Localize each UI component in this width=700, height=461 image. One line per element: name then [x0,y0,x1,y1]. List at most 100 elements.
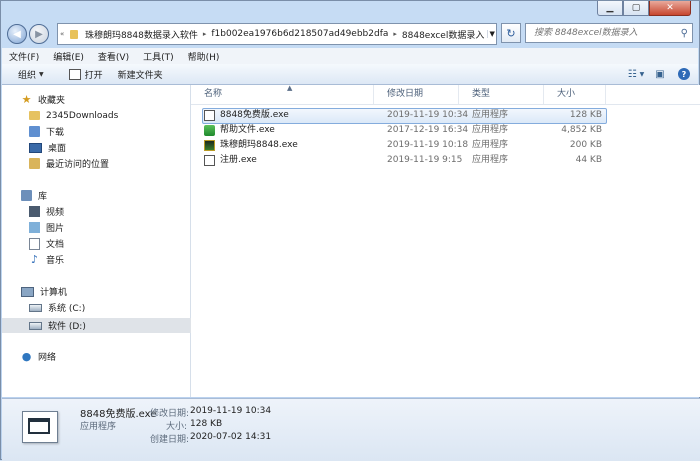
breadcrumb-separator-icon[interactable]: ▸ [391,30,399,38]
file-row[interactable]: 注册.exe 2019-11-19 9:15 应用程序 44 KB [191,153,700,168]
back-button[interactable]: ◀ [7,24,27,44]
breadcrumb-item[interactable]: 珠穆朗玛8848数据录入软件 [82,28,201,41]
network-icon: ● [21,350,32,363]
details-pane: 8848免费版.exe 应用程序 修改日期: 2019-11-19 10:34 … [2,398,700,461]
file-name: 8848免费版.exe [220,110,289,120]
chevron-down-icon: ▼ [39,70,44,78]
nav-computer[interactable]: 计算机 [2,284,209,299]
command-bar: 组织 ▼ 打开 新建文件夹 ☷ ▼ ▣ ? [2,64,698,85]
drive-icon [29,321,42,330]
menu-bar: 文件(F) 编辑(E) 查看(V) 工具(T) 帮助(H) [2,48,698,65]
details-filetype: 应用程序 [80,422,117,432]
forward-button[interactable]: ▶ [29,24,49,44]
menu-view[interactable]: 查看(V) [91,50,136,63]
window-caption-buttons: ▁ ▢ ✕ [597,1,691,16]
nav-label: 文档 [46,240,65,250]
new-folder-button[interactable]: 新建文件夹 [112,68,172,81]
file-size: 4,852 KB [561,125,602,135]
nav-item-drive-c[interactable]: 系统 (C:) [2,300,217,315]
open-button[interactable]: 打开 [53,68,112,81]
nav-label: 库 [38,192,48,202]
file-type: 应用程序 [472,110,509,120]
file-row[interactable]: 珠穆朗玛8848.exe 2019-11-19 10:18 应用程序 200 K… [191,138,700,153]
forward-arrow-icon: ▶ [35,28,43,40]
downloads-icon [29,126,40,137]
file-list: ▲ 名称 修改日期 类型 大小 8848免费版.exe 2019-11-19 1… [191,84,700,397]
nav-item-documents[interactable]: 文档 [2,236,217,251]
file-row[interactable]: 帮助文件.exe 2017-12-19 16:34 应用程序 4,852 KB [191,123,700,138]
file-size: 128 KB [569,110,602,120]
new-folder-label: 新建文件夹 [117,70,163,81]
chevron-down-icon: ▼ [639,70,645,78]
details-created-value: 2020-07-02 14:31 [190,432,272,442]
preview-pane-button[interactable]: ▣ [652,67,668,81]
view-options-button[interactable]: ☷ ▼ [628,67,645,81]
search-icon: ⚲ [680,27,688,39]
details-size-label: 大小: [166,422,188,432]
column-header-name[interactable]: 名称 [191,85,374,104]
nav-label: 计算机 [40,288,68,298]
file-modified: 2019-11-19 9:15 [387,155,463,165]
maximize-button[interactable]: ▢ [623,1,649,16]
back-arrow-icon: ◀ [13,28,21,40]
nav-item-music[interactable]: ♪ 音乐 [2,252,217,267]
nav-item-recent-places[interactable]: 最近访问的位置 [2,156,217,171]
menu-tools[interactable]: 工具(T) [136,50,181,63]
nav-item-downloads[interactable]: 下载 [2,124,217,139]
file-row[interactable]: 8848免费版.exe 2019-11-19 10:34 应用程序 128 KB [191,108,700,124]
help-button[interactable]: ? [676,67,692,81]
search-input[interactable] [526,27,676,39]
nav-item-videos[interactable]: 视频 [2,204,217,219]
nav-label: 系统 (C:) [48,304,86,314]
search-box[interactable]: ⚲ [525,23,693,43]
file-type: 应用程序 [472,155,509,165]
file-name: 注册.exe [220,155,257,165]
nav-item-pictures[interactable]: 图片 [2,220,217,235]
nav-favorites[interactable]: ★ 收藏夹 [2,92,209,107]
nav-label: 2345Downloads [46,110,119,121]
nav-label: 音乐 [46,256,65,266]
folder-icon [70,29,78,39]
address-dropdown-icon[interactable]: ▼ [487,30,496,38]
column-header-modified[interactable]: 修改日期 [374,85,459,104]
exe-thumbnail-icon [22,411,58,443]
nav-label: 视频 [46,208,65,218]
recent-places-icon [29,158,40,169]
file-modified: 2017-12-19 16:34 [387,125,469,135]
nav-label: 最近访问的位置 [46,160,110,170]
file-size: 44 KB [575,155,602,165]
breadcrumb-item[interactable]: f1b002ea1976b6d218507ad49ebb2dfa [208,29,391,39]
drive-icon [29,303,42,312]
file-name: 帮助文件.exe [220,125,275,135]
open-icon [68,68,81,80]
details-modified-value: 2019-11-19 10:34 [190,406,272,416]
close-button[interactable]: ✕ [649,1,691,16]
file-type: 应用程序 [472,125,509,135]
breadcrumb-separator-icon[interactable]: ▸ [201,30,209,38]
breadcrumb-item[interactable]: 8848excel数据录入 [399,28,487,41]
explorer-window: ▁ ▢ ✕ ◀ ▶ « 珠穆朗玛8848数据录入软件 ▸ f1b002ea197… [0,0,700,461]
organize-button[interactable]: 组织 ▼ [2,68,53,81]
menu-file[interactable]: 文件(F) [2,50,46,63]
nav-item-drive-d[interactable]: 软件 (D:) [2,318,217,333]
breadcrumb-overflow[interactable]: « [58,30,66,38]
file-type: 应用程序 [472,140,509,150]
folder-icon [29,111,40,120]
file-size: 200 KB [569,140,602,150]
nav-label: 软件 (D:) [48,322,86,332]
pictures-icon [29,222,40,233]
nav-network[interactable]: ● 网络 [2,349,209,364]
address-bar[interactable]: « 珠穆朗玛8848数据录入软件 ▸ f1b002ea1976b6d218507… [57,23,497,45]
exe-file-icon [204,155,215,166]
nav-libraries[interactable]: 库 [2,188,209,203]
minimize-button[interactable]: ▁ [597,1,623,16]
menu-edit[interactable]: 编辑(E) [46,50,91,63]
nav-item-2345downloads[interactable]: 2345Downloads [2,108,217,123]
menu-help[interactable]: 帮助(H) [181,50,227,63]
refresh-button[interactable]: ↻ [501,23,521,43]
nav-label: 图片 [46,224,65,234]
column-header-type[interactable]: 类型 [459,85,544,104]
details-created-label: 创建日期: [150,435,190,445]
nav-item-desktop[interactable]: 桌面 [2,140,217,155]
column-header-size[interactable]: 大小 [544,85,606,104]
